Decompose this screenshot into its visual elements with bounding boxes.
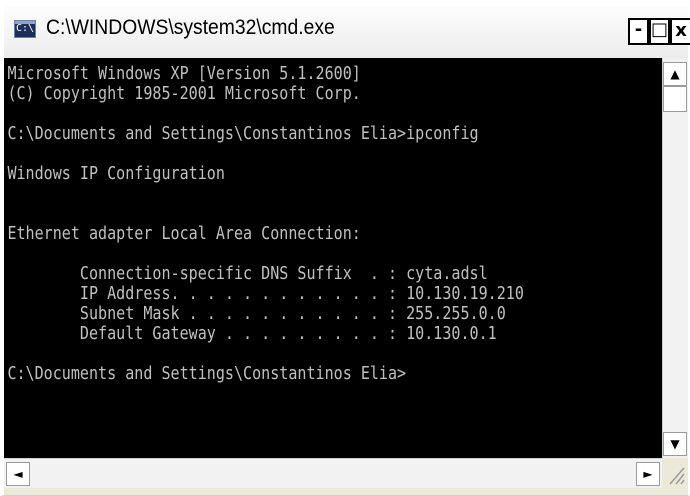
console-line: Subnet Mask . . . . . . . . . . . : 255.… (7, 304, 506, 324)
console-output[interactable]: Microsoft Windows XP [Version 5.1.2600] … (4, 58, 662, 458)
vertical-scrollbar[interactable]: ▲ ▼ (662, 58, 688, 458)
console-line: C:\Documents and Settings\Constantinos E… (7, 124, 479, 144)
console-line: Default Gateway . . . . . . . . . : 10.1… (7, 324, 497, 344)
horizontal-scrollbar[interactable]: ◄ ► (4, 458, 662, 488)
scroll-left-button[interactable]: ◄ (6, 462, 30, 486)
console-line: C:\Documents and Settings\Constantinos E… (7, 364, 407, 384)
minimize-button[interactable]: - (628, 18, 649, 45)
window-title: C:\WINDOWS\system32\cmd.exe (46, 16, 335, 39)
console-line: Connection-specific DNS Suffix . : cyta.… (7, 264, 488, 284)
title-bar[interactable]: C:\ C:\WINDOWS\system32\cmd.exe - □ x (4, 6, 690, 59)
scroll-right-button[interactable]: ► (636, 462, 660, 486)
console-line: Microsoft Windows XP [Version 5.1.2600] (7, 64, 361, 84)
close-button[interactable]: x (670, 18, 690, 45)
console-line: Ethernet adapter Local Area Connection: (7, 224, 361, 244)
vertical-scroll-thumb[interactable] (663, 86, 687, 112)
cmd-icon[interactable]: C:\ (14, 20, 36, 38)
console-line: IP Address. . . . . . . . . . . . : 10.1… (7, 284, 524, 304)
maximize-button[interactable]: □ (649, 18, 670, 45)
console-text: Microsoft Windows XP [Version 5.1.2600] … (4, 58, 570, 384)
scroll-up-button[interactable]: ▲ (663, 62, 687, 86)
console-line: Windows IP Configuration (7, 164, 225, 184)
console-line: (C) Copyright 1985-2001 Microsoft Corp. (7, 84, 361, 104)
scroll-down-button[interactable]: ▼ (663, 432, 687, 456)
resize-grip-icon[interactable] (662, 458, 688, 488)
